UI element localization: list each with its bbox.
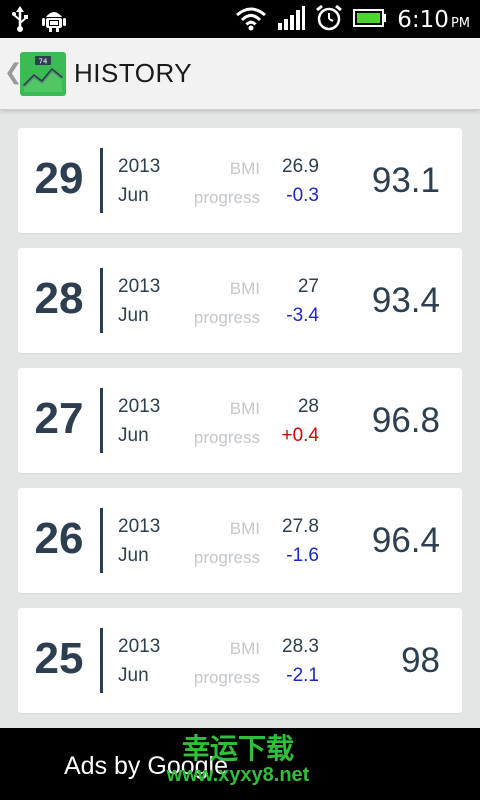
progress-value: -3.4 <box>286 305 319 326</box>
entry-year: 2013 <box>118 396 161 417</box>
bmi-value: 27 <box>297 276 319 297</box>
entry-divider <box>100 388 103 453</box>
bmi-label: BMI <box>229 639 260 658</box>
status-clock: 6:10 PM <box>397 7 470 33</box>
entry-year: 2013 <box>118 276 161 297</box>
entry-divider <box>100 628 103 693</box>
entry-day: 25 <box>34 634 84 683</box>
bmi-value: 28.3 <box>282 636 319 657</box>
entry-month: Jun <box>118 665 149 686</box>
status-ampm: PM <box>450 16 470 31</box>
entry-divider <box>100 148 103 213</box>
entry-weight: 96.8 <box>371 401 440 440</box>
progress-label: progress <box>193 548 260 567</box>
bmi-value: 27.8 <box>282 516 319 537</box>
progress-label: progress <box>193 668 260 687</box>
entry-day: 27 <box>34 394 84 443</box>
entry-year: 2013 <box>118 156 161 177</box>
entry-month: Jun <box>118 185 149 206</box>
entry-day: 26 <box>34 514 84 563</box>
watermark: 幸运下载 www.xyxy8.net <box>158 732 318 787</box>
bmi-label: BMI <box>229 159 260 178</box>
entry-month: Jun <box>118 545 149 566</box>
entry-month: Jun <box>118 425 149 446</box>
app-logo-icon[interactable]: 74 <box>20 52 66 96</box>
entry-divider <box>100 508 103 573</box>
alarm-icon <box>315 4 343 36</box>
entry-divider <box>100 268 103 333</box>
status-bar: 6:10 PM <box>0 0 480 38</box>
watermark-chinese: 幸运下载 <box>181 732 294 765</box>
progress-label: progress <box>193 188 260 207</box>
history-entry[interactable]: 27 2013 Jun BMI progress 28 +0.4 96.8 <box>18 368 462 473</box>
entry-weight: 98 <box>401 641 440 680</box>
entry-year: 2013 <box>118 516 161 537</box>
ad-banner[interactable]: Ads by Google 幸运下载 www.xyxy8.net <box>0 728 480 800</box>
status-time: 6:10 <box>397 7 449 33</box>
android-debug-icon <box>42 6 66 36</box>
progress-label: progress <box>193 308 260 327</box>
bmi-label: BMI <box>229 399 260 418</box>
bmi-value: 28 <box>297 396 319 417</box>
signal-icon <box>277 5 306 35</box>
entry-day: 28 <box>34 274 84 323</box>
entry-month: Jun <box>118 305 149 326</box>
bmi-label: BMI <box>229 279 260 298</box>
progress-value: -2.1 <box>286 665 319 686</box>
entry-year: 2013 <box>118 636 161 657</box>
watermark-url: www.xyxy8.net <box>166 764 310 786</box>
action-bar: ❮ 74 HISTORY <box>0 38 480 110</box>
history-entry[interactable]: 28 2013 Jun BMI progress 27 -3.4 93.4 <box>18 248 462 353</box>
battery-icon <box>353 8 387 32</box>
entry-day: 29 <box>34 154 84 203</box>
bmi-label: BMI <box>229 519 260 538</box>
page-title: HISTORY <box>74 58 193 88</box>
bmi-value: 26.9 <box>282 156 319 177</box>
history-entry[interactable]: 25 2013 Jun BMI progress 28.3 -2.1 98 <box>18 608 462 713</box>
history-list: 29 2013 Jun BMI progress 26.9 -0.3 93.1 … <box>18 128 462 728</box>
progress-label: progress <box>193 428 260 447</box>
progress-value: +0.4 <box>281 425 319 446</box>
entry-weight: 93.1 <box>371 161 440 200</box>
progress-value: -0.3 <box>286 185 319 206</box>
wifi-icon <box>235 5 267 35</box>
history-entry[interactable]: 26 2013 Jun BMI progress 27.8 -1.6 96.4 <box>18 488 462 593</box>
usb-icon <box>12 6 28 36</box>
progress-value: -1.6 <box>286 545 319 566</box>
entry-weight: 93.4 <box>371 281 440 320</box>
history-entry[interactable]: 29 2013 Jun BMI progress 26.9 -0.3 93.1 <box>18 128 462 233</box>
entry-weight: 96.4 <box>371 521 440 560</box>
logo-badge-text: 74 <box>39 58 48 66</box>
